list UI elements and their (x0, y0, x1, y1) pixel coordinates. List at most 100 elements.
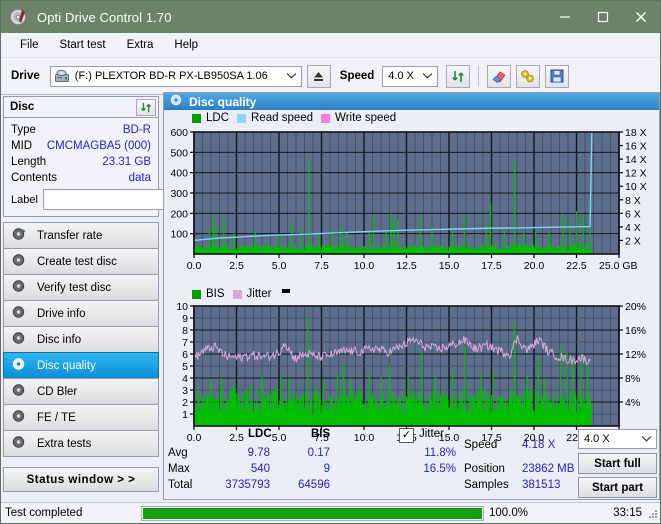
window-controls (546, 1, 660, 33)
disc-type-value: BD-R (122, 124, 151, 136)
start-full-button[interactable]: Start full (578, 453, 657, 474)
minimize-button[interactable] (546, 1, 584, 33)
svg-text:4: 4 (182, 373, 188, 385)
disc-label-row: Label (11, 189, 248, 210)
stats-row-label-avg: Avg (168, 447, 188, 459)
svg-text:3: 3 (182, 385, 188, 397)
disc-test-icon (12, 253, 27, 270)
sidebar-item-label: Transfer rate (37, 229, 103, 242)
svg-text:16%: 16% (625, 325, 646, 337)
svg-text:2 X: 2 X (625, 235, 641, 247)
eject-button[interactable] (306, 64, 331, 88)
menu-item-extra[interactable]: Extra (118, 36, 163, 54)
title-bar: Opti Drive Control 1.70 (1, 1, 660, 33)
disc-row-mid: MID CMCMAGBA5 (000) (11, 138, 151, 154)
stats-row-label-max: Max (168, 463, 190, 475)
svg-text:22.5: 22.5 (566, 260, 587, 272)
drive-label: Drive (11, 70, 40, 82)
svg-text:100: 100 (170, 229, 188, 241)
sidebar-item-cd-bler[interactable]: CD Bler (3, 378, 159, 405)
legend-label-jitter: Jitter (246, 288, 272, 300)
disc-row-type: Type BD-R (11, 122, 151, 138)
disc-test-icon (12, 409, 27, 426)
sidebar-item-fe-te[interactable]: FE / TE (3, 404, 159, 431)
svg-text:4 X: 4 X (625, 222, 641, 234)
svg-text:10.0: 10.0 (354, 260, 375, 272)
stats-max-ldc: 540 (250, 463, 270, 475)
start-part-button[interactable]: Start part (578, 477, 657, 498)
svg-text:20%: 20% (625, 302, 646, 313)
app-disc-icon (9, 7, 29, 27)
stats-total-ldc: 3735793 (225, 479, 270, 491)
svg-text:12.5: 12.5 (396, 260, 417, 272)
sidebar-item-label: Drive info (37, 307, 86, 320)
svg-text:20.0: 20.0 (524, 260, 545, 272)
speed-select[interactable]: 4.0 X (382, 65, 439, 87)
menu-item-start-test[interactable]: Start test (51, 36, 115, 54)
tools-button[interactable] (516, 64, 541, 88)
disc-test-icon (12, 331, 27, 348)
svg-text:12 X: 12 X (625, 168, 647, 180)
disc-panel: Disc Type BD-R MID CMCMAGBA5 (000) Lengt… (3, 96, 248, 217)
disc-contents-label: Contents (11, 172, 58, 184)
save-button[interactable] (545, 64, 570, 88)
legend-label-ldc: LDC (206, 112, 230, 124)
sidebar-item-label: CD Bler (37, 385, 78, 398)
disc-length-label: Length (11, 156, 47, 168)
disc-label-caption: Label (11, 193, 38, 206)
maximize-button[interactable] (584, 1, 622, 33)
sidebar-item-disc-quality[interactable]: Disc quality (3, 352, 159, 379)
stats-avg-ldc: 9.78 (247, 447, 270, 459)
svg-text:8: 8 (182, 325, 188, 337)
sidebar-item-verify-test-disc[interactable]: Verify test disc (3, 274, 159, 301)
sidebar-item-drive-info[interactable]: Drive info (3, 300, 159, 327)
disc-refresh-button[interactable] (136, 98, 156, 116)
disc-row-length: Length 23.31 GB (11, 154, 151, 170)
svg-text:5: 5 (182, 361, 188, 373)
bis-chart-legend: BIS Jitter (192, 288, 291, 300)
chevron-down-icon (422, 70, 433, 82)
status-window-button[interactable]: Status window > > (3, 467, 159, 492)
sidebar-item-label: Disc info (37, 333, 82, 346)
jitter-checkbox[interactable]: ✓ (399, 428, 414, 443)
disc-mid-label: MID (11, 140, 33, 152)
refresh-drive-button[interactable] (446, 64, 471, 88)
checkmark-icon: ✓ (401, 429, 412, 441)
drive-value: (F:) PLEXTOR BD-R PX-LB950SA 1.06 (74, 70, 268, 82)
svg-text:600: 600 (170, 128, 188, 139)
drive-select[interactable]: (F:) PLEXTOR BD-R PX-LB950SA 1.06 (49, 65, 302, 87)
disc-test-icon (12, 383, 27, 400)
svg-text:10 X: 10 X (625, 181, 647, 193)
toolbar-separator (478, 65, 480, 87)
disc-type-label: Type (11, 124, 36, 136)
sidebar-item-transfer-rate[interactable]: Transfer rate (3, 222, 159, 249)
ldc-chart-svg: 100 200 300 400 500 600 2 X4 X 6 X8 X 10 X12 X 14… (170, 128, 647, 272)
test-speed-select[interactable]: 4.0 X (578, 429, 657, 449)
stats-total-bis: 64596 (298, 479, 330, 491)
svg-text:9: 9 (182, 313, 188, 325)
sidebar-item-create-test-disc[interactable]: Create test disc (3, 248, 159, 275)
sidebar-item-extra-tests[interactable]: Extra tests (3, 430, 159, 457)
svg-text:15.0: 15.0 (439, 260, 460, 272)
svg-text:14 X: 14 X (625, 154, 647, 166)
erase-button[interactable] (487, 64, 512, 88)
menu-bar: File Start test Extra Help (1, 33, 660, 58)
jitter-checkbox-label: Jitter (419, 428, 444, 440)
disc-panel-title: Disc (10, 101, 35, 113)
menu-item-file[interactable]: File (11, 36, 48, 54)
drive-icon (54, 69, 70, 83)
close-button[interactable] (622, 1, 660, 33)
menu-item-help[interactable]: Help (165, 36, 207, 54)
content-header: Disc quality (164, 93, 659, 110)
resize-grip[interactable] (647, 508, 659, 520)
speed-stat-label: Speed (464, 439, 498, 451)
legend-swatch-write-speed (321, 113, 331, 123)
svg-text:25.0 GB: 25.0 GB (599, 260, 638, 272)
sidebar-item-disc-info[interactable]: Disc info (3, 326, 159, 353)
disc-test-icon (12, 227, 27, 244)
content-title: Disc quality (189, 94, 257, 109)
sidebar-item-label: Extra tests (37, 437, 92, 450)
nav-list: Transfer rate Create test disc Verify te… (3, 222, 159, 457)
disc-test-icon (12, 305, 27, 322)
disc-mid-value: CMCMAGBA5 (000) (46, 140, 151, 152)
